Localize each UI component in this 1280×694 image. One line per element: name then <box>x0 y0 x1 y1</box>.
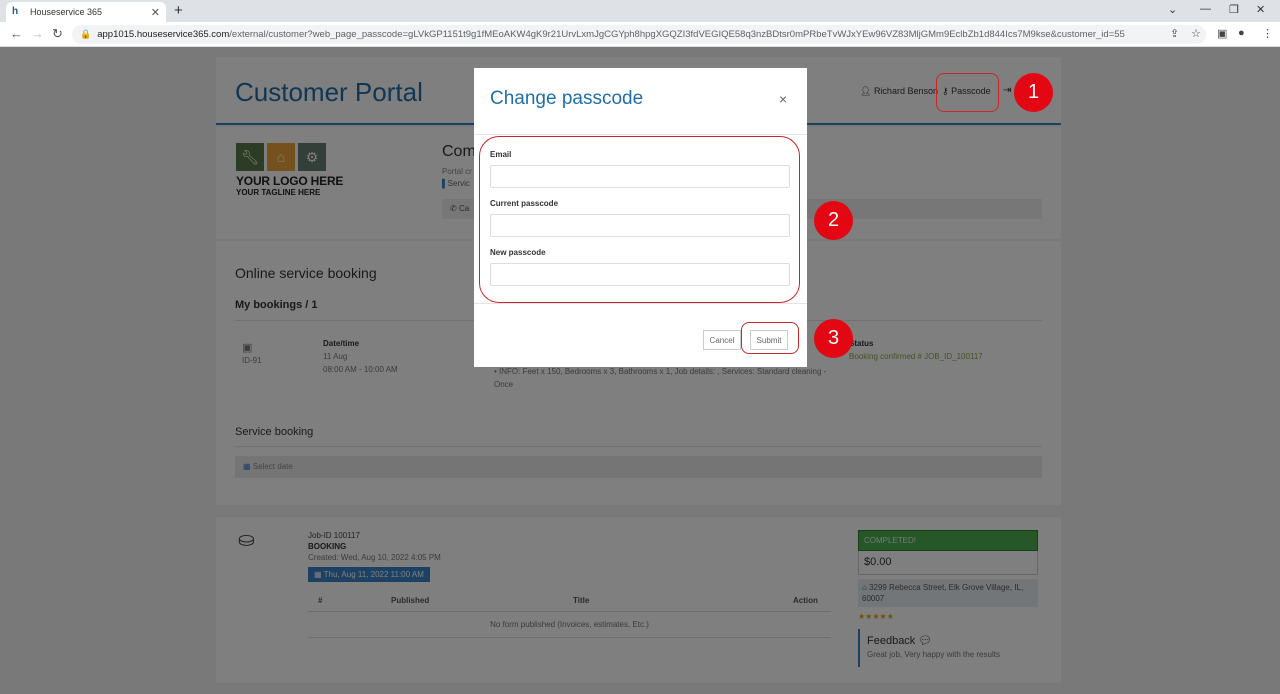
annotation-box-form <box>479 136 800 303</box>
lock-icon: 🔒 <box>80 29 92 39</box>
divider <box>474 303 807 304</box>
menu-kebab-icon[interactable]: ⋮ <box>1262 27 1273 40</box>
tab-search-chevron-icon[interactable]: ⌄ <box>1168 3 1177 16</box>
annotation-box-submit <box>741 322 799 354</box>
url-input[interactable]: 🔒 app1015.houseservice365.com/external/c… <box>72 25 1206 44</box>
url-path: /external/customer?web_page_passcode=gLV… <box>229 29 1125 40</box>
annotation-number-2: 2 <box>814 201 853 240</box>
annotation-number-1: 1 <box>1014 73 1053 112</box>
bookmark-star-icon[interactable]: ☆ <box>1191 27 1201 40</box>
cancel-button[interactable]: Cancel <box>703 330 741 350</box>
reload-icon[interactable]: ↻ <box>52 26 63 42</box>
divider <box>474 134 807 135</box>
close-icon[interactable]: × <box>779 91 787 107</box>
browser-tab-bar: h Houseservice 365 ✕ + ⌄ — ❐ ✕ <box>0 0 1280 22</box>
url-host: app1015.houseservice365.com <box>97 29 230 40</box>
side-panel-icon[interactable]: ▣ <box>1217 27 1227 40</box>
tab-title: Houseservice 365 <box>30 7 103 17</box>
tab-close-icon[interactable]: ✕ <box>151 6 160 19</box>
minimize-icon[interactable]: — <box>1200 3 1211 15</box>
restore-icon[interactable]: ❐ <box>1229 3 1239 16</box>
site-favicon-icon: h <box>12 6 19 17</box>
address-bar: ← → ↻ 🔒 app1015.houseservice365.com/exte… <box>0 22 1280 47</box>
browser-tab[interactable]: h Houseservice 365 ✕ <box>6 2 166 22</box>
new-tab-button[interactable]: + <box>174 2 183 20</box>
forward-icon[interactable]: → <box>31 26 44 41</box>
profile-icon[interactable]: ● <box>1238 27 1245 39</box>
annotation-box-passcode <box>936 73 999 112</box>
window-close-icon[interactable]: ✕ <box>1256 3 1265 16</box>
modal-title: Change passcode <box>490 88 644 109</box>
back-icon[interactable]: ← <box>10 26 23 41</box>
annotation-number-3: 3 <box>814 319 853 358</box>
share-icon[interactable]: ⇪ <box>1170 27 1179 40</box>
